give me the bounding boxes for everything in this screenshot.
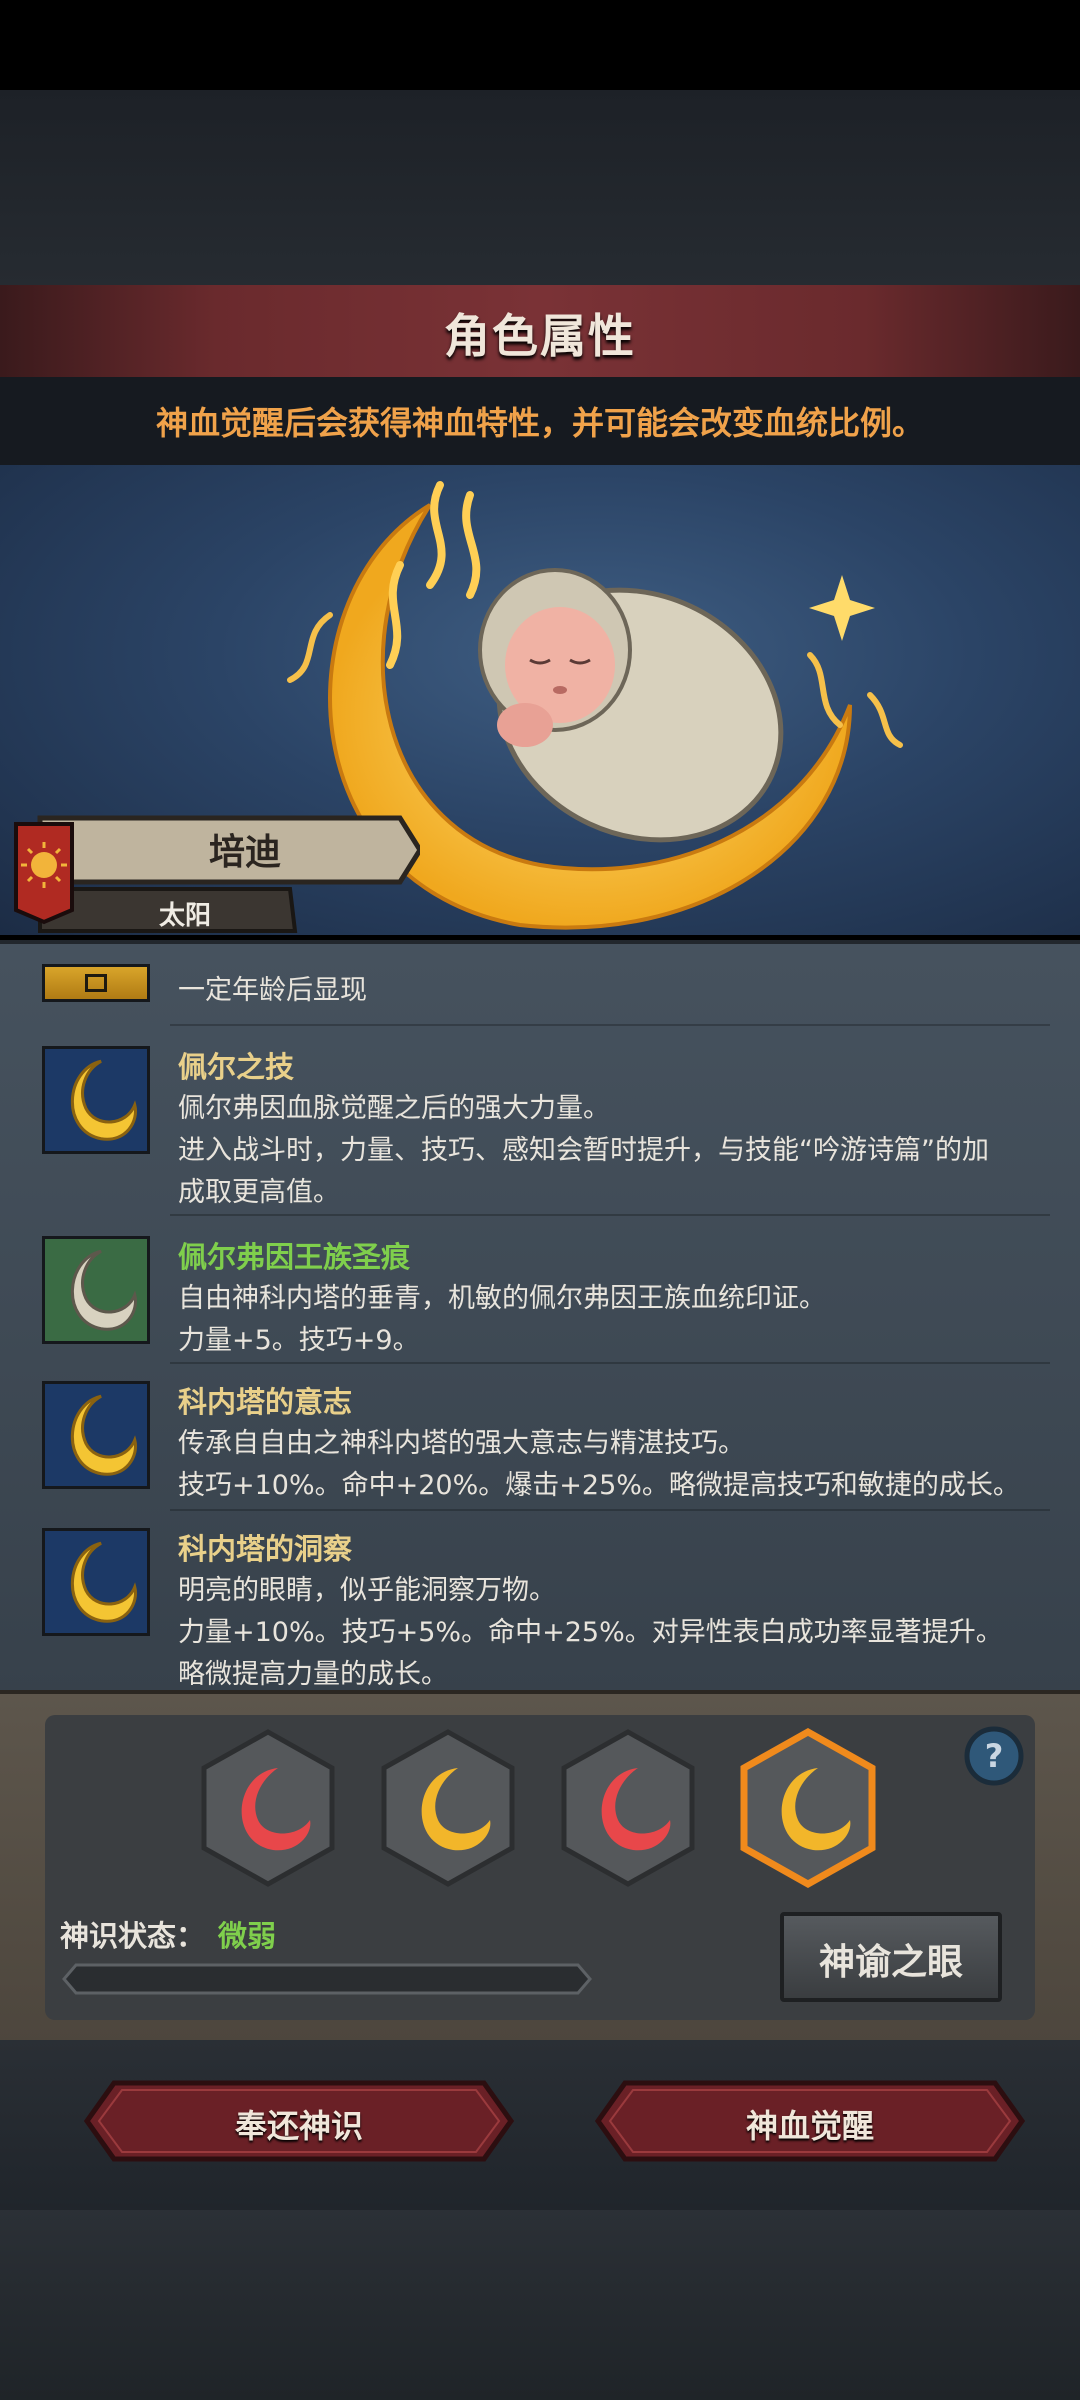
blood-awaken-label: 神血觉醒: [745, 2107, 874, 2145]
notice-text: 神血觉醒后会获得神血特性，并可能会改变血统比例。: [155, 404, 924, 442]
awareness-progress-bar: [62, 1963, 592, 1995]
trait-description: 明亮的眼睛，似乎能洞察万物。: [178, 1575, 556, 1606]
divider: [170, 1362, 1050, 1364]
divider: [170, 1024, 1050, 1026]
trait-description: 自由神科内塔的垂青，机敏的佩尔弗因王族血统印证。: [178, 1283, 826, 1314]
trait-description: 传承自自由之神科内塔的强大意志与精湛技巧。: [178, 1428, 745, 1459]
lock-icon: [42, 964, 150, 1002]
golden-crescent-icon: [42, 1046, 150, 1154]
red-crescent-icon[interactable]: [198, 1728, 338, 1888]
sun-banner-icon: [14, 822, 74, 925]
page-title: 角色属性: [444, 309, 636, 363]
silver-crescent-icon: [42, 1236, 150, 1344]
trait-description: 略微提高力量的成长。: [178, 1659, 448, 1690]
top-background: [0, 90, 1080, 285]
traits-panel[interactable]: 一定年龄后显现 佩尔之技 佩尔弗因血脉觉醒之后的强大力量。 进入战斗时，力量、技…: [0, 940, 1080, 1694]
status-value: 微弱: [218, 1919, 277, 1953]
trait-name: 科内塔的意志: [178, 1385, 353, 1419]
help-icon[interactable]: ?: [963, 1725, 1025, 1787]
oracle-eye-label: 神谕之眼: [818, 1942, 963, 1983]
bottom-background: [0, 2210, 1080, 2400]
character-name: 培迪: [208, 832, 281, 873]
trait-description: 佩尔弗因血脉觉醒之后的强大力量。: [178, 1093, 610, 1124]
trait-name: 佩尔弗因王族圣痕: [178, 1240, 411, 1274]
trait-description: 技巧+10%。命中+20%。爆击+25%。略微提高技巧和敏捷的成长。: [178, 1470, 1020, 1501]
trait-description: 成取更高值。: [178, 1177, 340, 1208]
trait-description: 力量+10%。技巧+5%。命中+25%。对异性表白成功率显著提升。: [178, 1617, 1003, 1648]
status-bar: [0, 0, 1080, 90]
golden-crescent-icon: [42, 1381, 150, 1489]
trait-name: 佩尔之技: [178, 1050, 295, 1084]
return-divinity-label: 奉还神识: [234, 2107, 363, 2145]
golden-crescent-icon: [42, 1528, 150, 1636]
status-label: 神识状态：: [60, 1919, 206, 1953]
gold-crescent-icon-selected[interactable]: [738, 1728, 878, 1888]
gold-crescent-icon[interactable]: [378, 1728, 518, 1888]
trait-description: 力量+5。技巧+9。: [178, 1325, 420, 1356]
red-crescent-icon[interactable]: [558, 1728, 698, 1888]
trait-description: 进入战斗时，力量、技巧、感知会暂时提升，与技能“吟游诗篇”的加: [178, 1135, 989, 1166]
svg-text:?: ?: [985, 1737, 1004, 1775]
trait-hidden-text: 一定年龄后显现: [178, 975, 367, 1006]
trait-name: 科内塔的洞察: [178, 1532, 353, 1566]
divider: [170, 1214, 1050, 1216]
divider: [170, 1509, 1050, 1511]
character-title: 太阳: [158, 901, 211, 931]
